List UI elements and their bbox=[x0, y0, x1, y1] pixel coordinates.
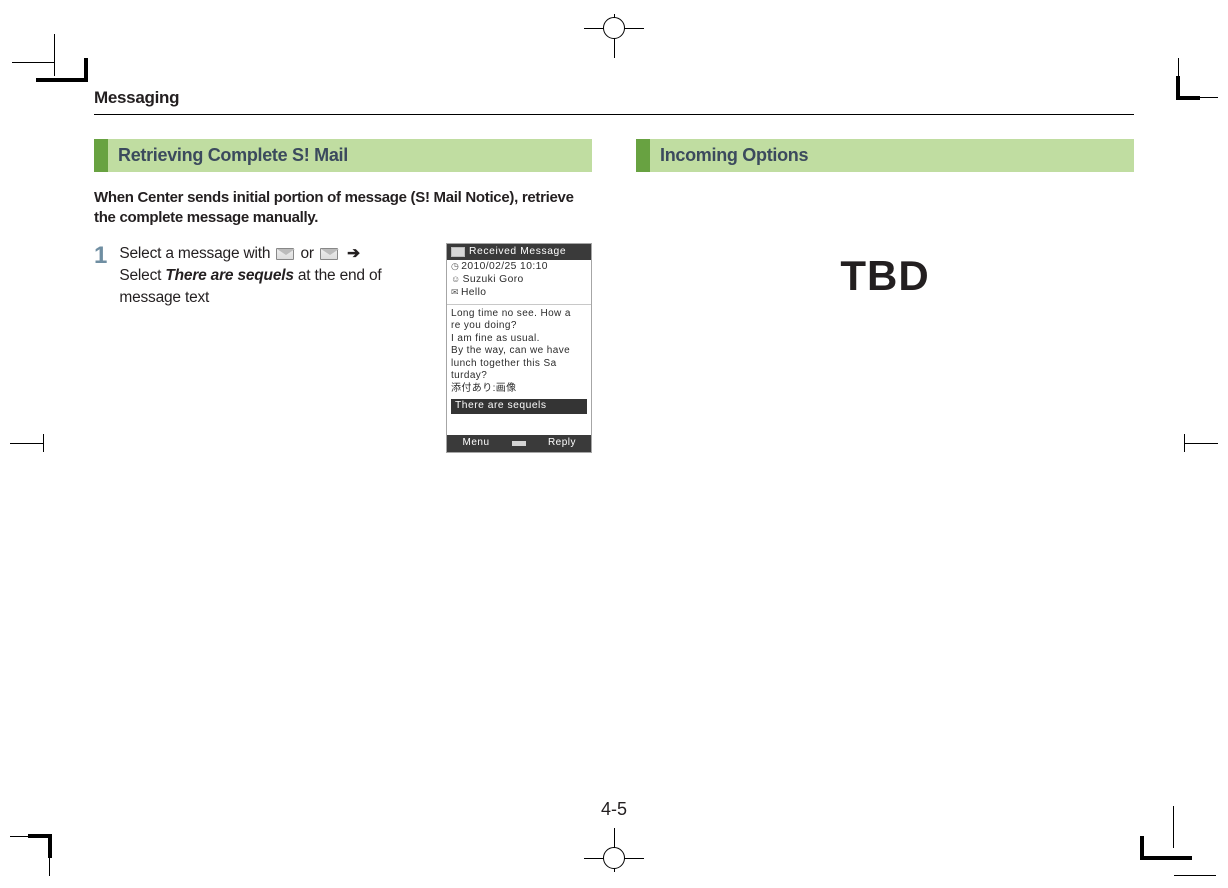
phone-softkeys: Menu Reply bbox=[447, 435, 591, 452]
softkey-left: Menu bbox=[447, 435, 505, 452]
section-heading-left: Retrieving Complete S! Mail bbox=[94, 139, 592, 172]
message-icon bbox=[451, 247, 465, 257]
phone-line5: lunch together this Sa bbox=[451, 358, 557, 369]
phone-line1: Long time no see. How a bbox=[451, 308, 571, 319]
phone-title: Received Message bbox=[469, 246, 566, 259]
phone-line4: By the way, can we have bbox=[451, 345, 570, 356]
phone-line6: turday? bbox=[451, 370, 487, 381]
phone-subject: Hello bbox=[451, 287, 587, 300]
page-content: Messaging Retrieving Complete S! Mail Wh… bbox=[94, 88, 1134, 824]
intro-text: When Center sends initial portion of mes… bbox=[94, 188, 592, 229]
phone-line7: 添付あり:画像 bbox=[451, 383, 517, 394]
two-column-layout: Retrieving Complete S! Mail When Center … bbox=[94, 139, 1134, 453]
section-title-right: Incoming Options bbox=[650, 139, 1134, 172]
step-1-text: 1 Select a message with or ➔ Select Ther… bbox=[94, 243, 432, 453]
step-text-or: or bbox=[296, 245, 318, 262]
step-body: Select a message with or ➔ Select There … bbox=[119, 243, 432, 453]
envelope-icon bbox=[276, 248, 294, 260]
half-mark-right bbox=[1184, 443, 1218, 444]
registration-mark-top bbox=[584, 0, 644, 58]
step-text-part1: Select a message with bbox=[119, 245, 274, 262]
phone-screenshot: Received Message 2010/02/25 10:10 Suzuki… bbox=[446, 243, 592, 453]
step-number: 1 bbox=[94, 244, 107, 453]
section-heading-right: Incoming Options bbox=[636, 139, 1134, 172]
softkey-right: Reply bbox=[533, 435, 591, 452]
step-text-part2a: Select bbox=[119, 267, 165, 284]
arrow-icon: ➔ bbox=[347, 245, 360, 262]
phone-separator bbox=[447, 304, 591, 305]
section-accent bbox=[636, 139, 650, 172]
tbd-placeholder: TBD bbox=[636, 252, 1134, 300]
chapter-title: Messaging bbox=[94, 88, 1134, 108]
half-mark-left bbox=[10, 443, 44, 444]
phone-from: Suzuki Goro bbox=[451, 274, 587, 287]
page-number: 4-5 bbox=[601, 799, 627, 820]
step-sequels-phrase: There are sequels bbox=[165, 267, 293, 284]
registration-mark-bottom bbox=[584, 828, 644, 888]
header-rule bbox=[94, 114, 1134, 115]
right-column: Incoming Options TBD bbox=[636, 139, 1134, 453]
left-column: Retrieving Complete S! Mail When Center … bbox=[94, 139, 592, 453]
phone-titlebar: Received Message bbox=[447, 244, 591, 261]
crop-mark-top-right bbox=[1148, 58, 1218, 128]
crop-mark-top-left bbox=[12, 62, 92, 102]
phone-body: Long time no see. How a re you doing? I … bbox=[447, 308, 591, 396]
section-accent bbox=[94, 139, 108, 172]
crop-mark-bottom-right bbox=[1136, 796, 1216, 876]
phone-sequels-bar: There are sequels bbox=[451, 399, 587, 414]
phone-timestamp: 2010/02/25 10:10 bbox=[451, 261, 587, 274]
softkey-select bbox=[505, 435, 533, 452]
phone-line3: I am fine as usual. bbox=[451, 333, 540, 344]
phone-line2: re you doing? bbox=[451, 320, 517, 331]
envelope-open-icon bbox=[320, 248, 338, 260]
crop-mark-bottom-left bbox=[10, 796, 90, 876]
step-1-row: 1 Select a message with or ➔ Select Ther… bbox=[94, 243, 592, 453]
phone-meta: 2010/02/25 10:10 Suzuki Goro Hello bbox=[447, 260, 591, 301]
section-title-left: Retrieving Complete S! Mail bbox=[108, 139, 592, 172]
